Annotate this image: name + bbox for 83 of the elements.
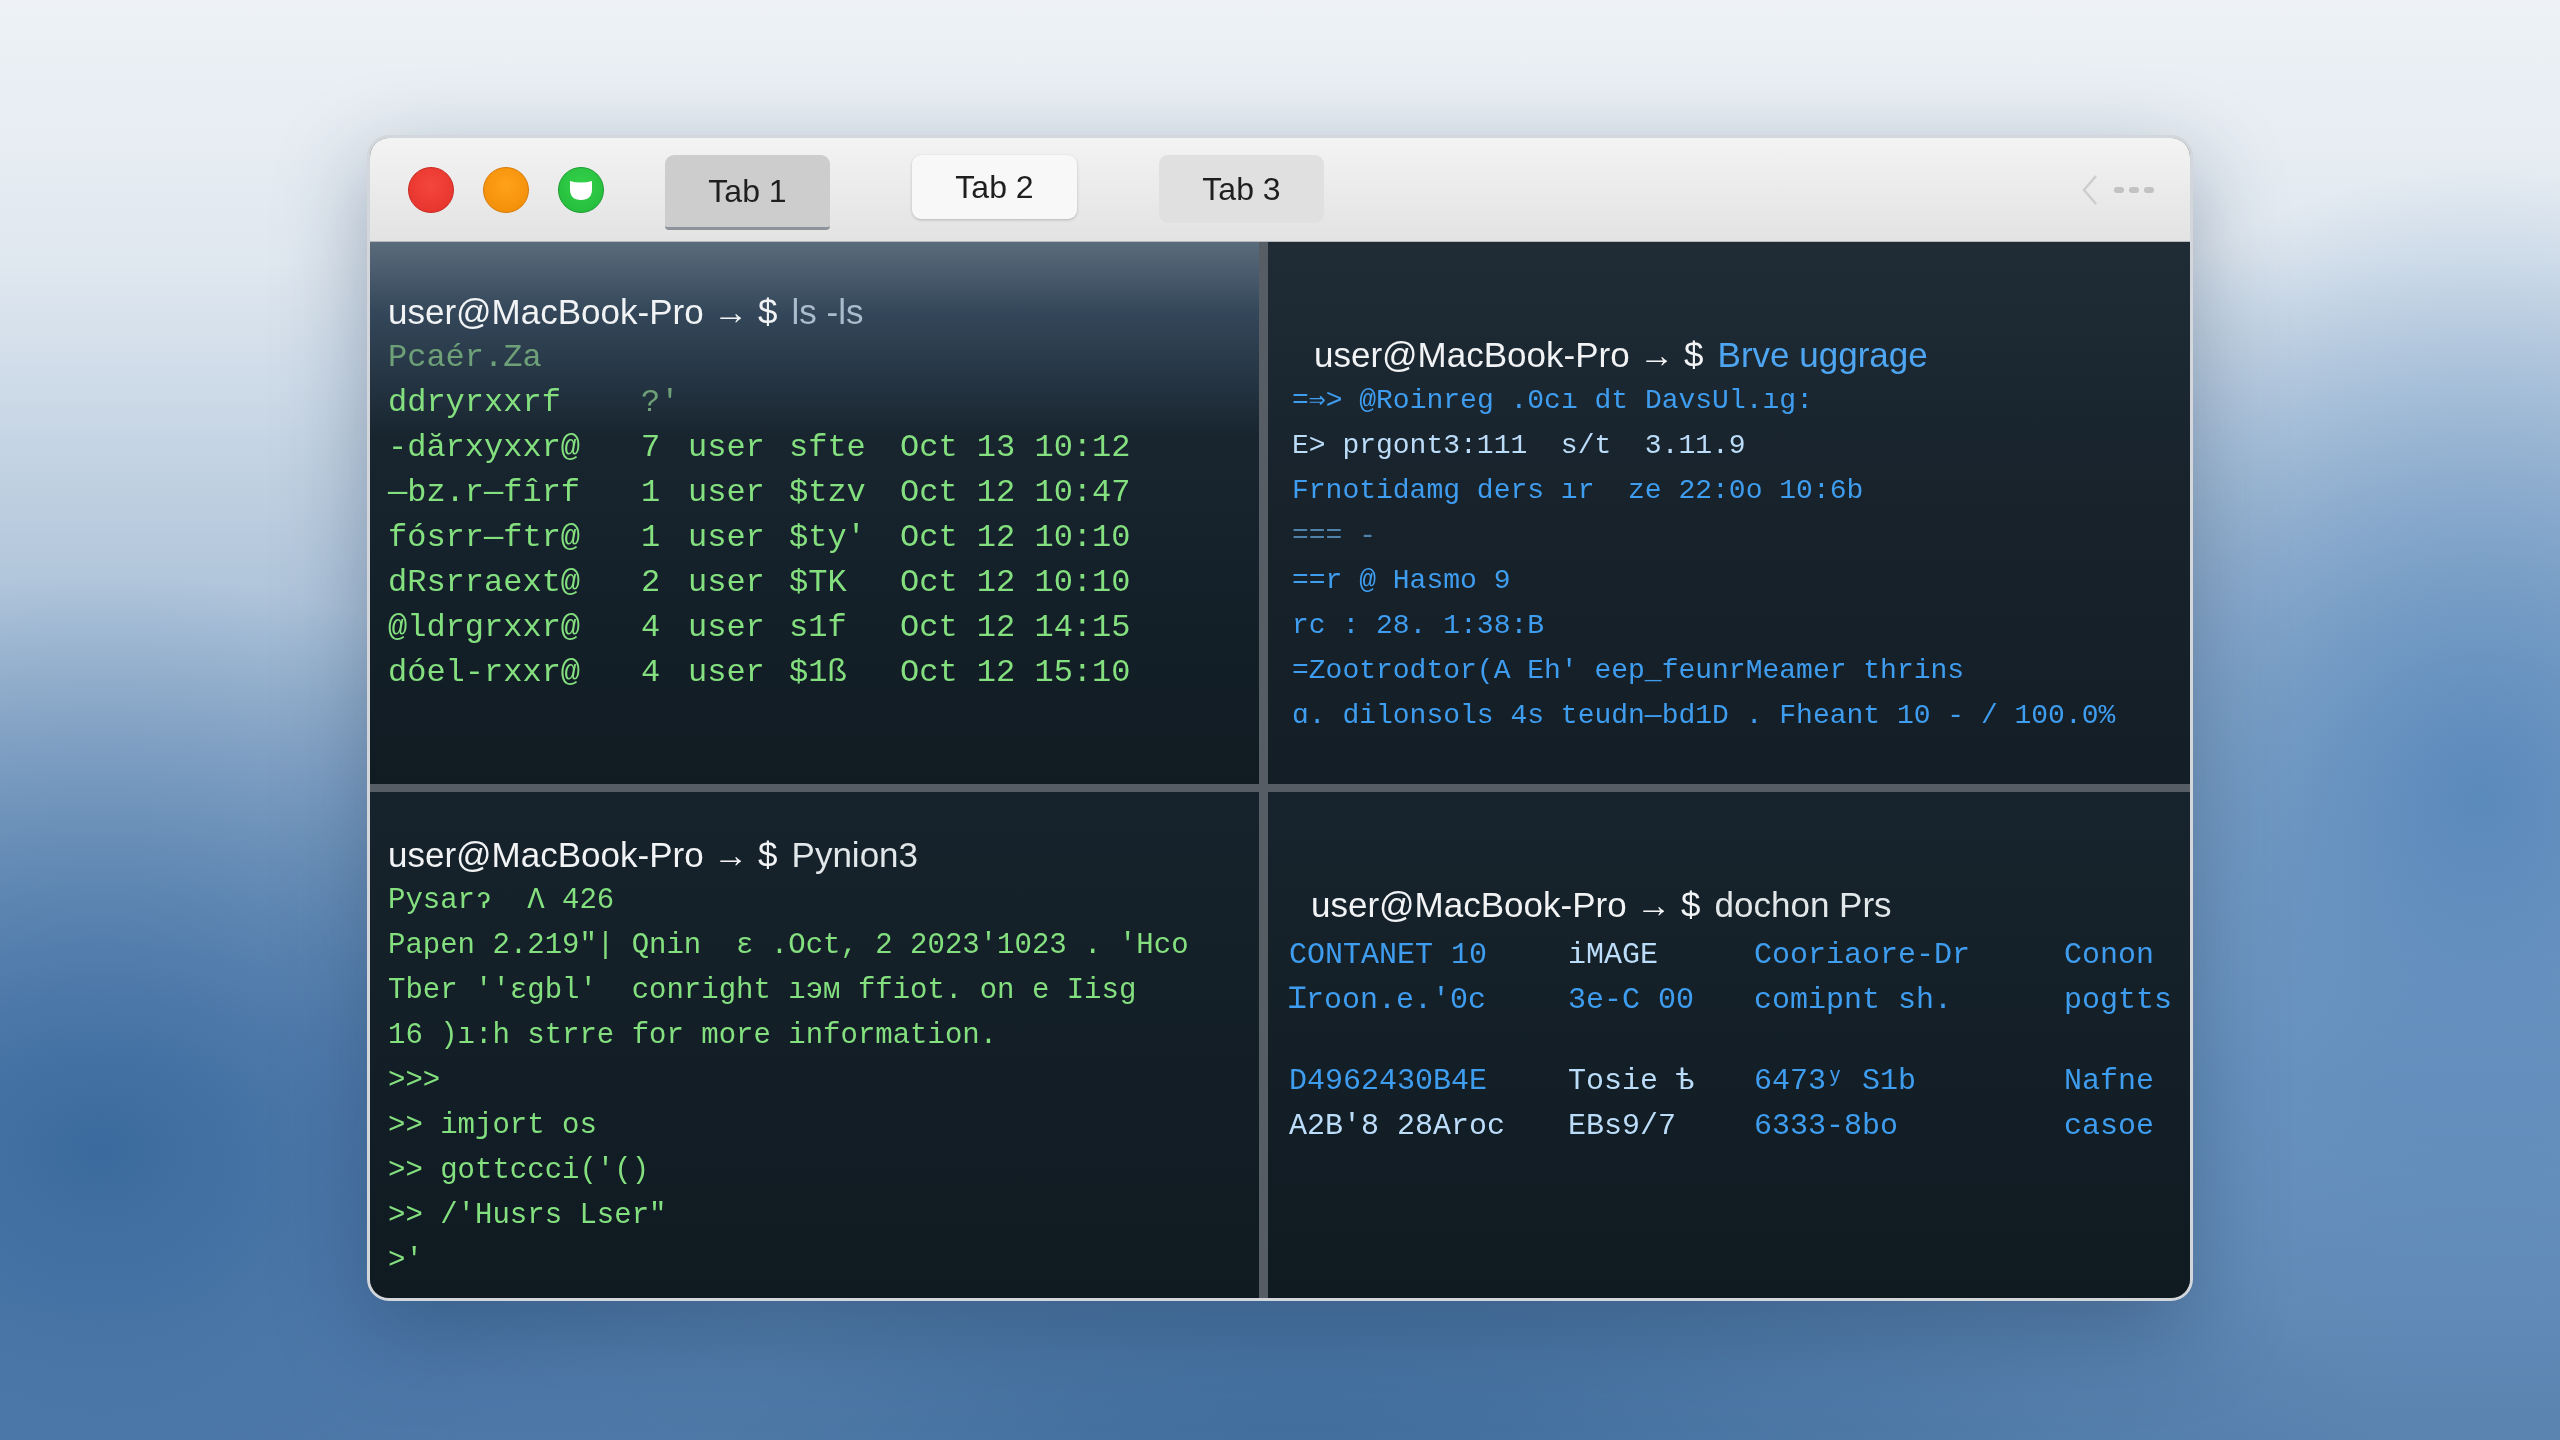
output-cell-text: A2B'8 28Aroc <box>1289 1108 1506 1145</box>
output-cell-text: user <box>688 653 765 693</box>
chevron-left-icon[interactable] <box>2082 174 2098 205</box>
shield-icon <box>569 178 593 201</box>
output-line: 16 )ı:h strre for more information. <box>388 1018 998 1054</box>
output-line: Papen 2.219"| Qnin ɛ .Oct, 2 2023'1023 . 'Hco <box>388 928 1189 964</box>
output-line: =Zootrodtor(A Eh' eep_feunrMeamer thrins <box>1292 654 1965 688</box>
output-cell-text: 1 <box>641 473 661 513</box>
output-cell-text: EBs9/7 <box>1568 1108 1677 1145</box>
output-line: E> prgont3:111 s/t 3.11.9 <box>1292 429 1746 463</box>
output-cell-text: Tosie ѣ <box>1568 1063 1695 1100</box>
output-cell-text: sfte <box>789 428 866 468</box>
output-cell-text: fósrr—ftr@ <box>388 518 581 558</box>
output-line: Pysarɂ Λ 426 <box>388 883 615 919</box>
command-text: dochon Prs <box>1714 884 1892 926</box>
output-line: Tber ''ɛgbl' conright ıэм ffiot. on e Iisg <box>388 973 1137 1009</box>
output-cell-text: CONTANET 10 <box>1289 937 1488 974</box>
output-cell-text: $tzv <box>789 473 866 513</box>
output-cell-text: ddryrxxrf <box>388 383 561 423</box>
output-line: >>> <box>388 1063 441 1099</box>
tab[interactable]: Tab 1 <box>665 155 830 230</box>
tab[interactable]: Tab 3 <box>1159 155 1324 223</box>
output-cell-text: Oct 12 15:10 <box>900 653 1131 693</box>
output-line: >> gottccci('() <box>388 1153 650 1189</box>
command-text: ls -ls <box>791 291 864 333</box>
output-cell-text: ?' <box>641 383 680 423</box>
output-cell-text: user <box>688 428 765 468</box>
output-cell-text: 6473ʸ S1b <box>1754 1063 1917 1100</box>
output-cell-text: 7 <box>641 428 661 468</box>
tab[interactable]: Tab 2 <box>912 155 1077 219</box>
output-cell-text: 4 <box>641 653 661 693</box>
command-text: Pynion3 <box>791 834 919 876</box>
output-cell-text: Oct 12 14:15 <box>900 608 1131 648</box>
output-line: =⇒> @Roinreg .0cı dt DavsUl.ıg: <box>1292 384 1813 418</box>
prompt-text: user@MacBook-Pro → $ <box>1314 334 1704 376</box>
output-cell-text: pogtts <box>2064 982 2173 1019</box>
more-icon[interactable] <box>2114 185 2154 194</box>
prompt-text: user@MacBook-Pro → $ <box>388 834 778 876</box>
output-cell-text: Oct 12 10:47 <box>900 473 1131 513</box>
output-cell-text: iMAGE <box>1568 937 1658 974</box>
output-cell-text: user <box>688 518 765 558</box>
output-cell-text: $TK <box>789 563 847 603</box>
output-cell-text: Oct 12 10:10 <box>900 563 1131 603</box>
output-cell-text: 6333-8bo <box>1754 1108 1899 1145</box>
output-cell-text: user <box>688 608 765 648</box>
minimize-button[interactable] <box>483 166 529 213</box>
output-cell-text: 4 <box>641 608 661 648</box>
output-cell-text: user <box>688 563 765 603</box>
output-cell-text: Ɪroon.e.'0c <box>1289 982 1487 1019</box>
output-cell-text: Nafne <box>2064 1063 2154 1100</box>
prompt-text: user@MacBook-Pro → $ <box>1311 884 1701 926</box>
output-cell-text: -dărxyxxr@ <box>388 428 581 468</box>
output-cell-text: casoe <box>2064 1108 2154 1145</box>
prompt-text: user@MacBook-Pro → $ <box>388 291 778 333</box>
close-button[interactable] <box>408 166 454 213</box>
output-cell-text: 1 <box>641 518 661 558</box>
output-cell-text: comipnt sh. <box>1754 982 1953 1019</box>
output-cell-text: Cooriaore-Dr <box>1754 937 1971 974</box>
output-line: ɑ. dilonsols 4s teudn—bd1D . Fheant 10 - / 100.0% <box>1292 699 2116 733</box>
output-cell-text: Oct 13 10:12 <box>900 428 1131 468</box>
output-line: Frnotidamg ders ır ze 22:0o 10:6b <box>1292 474 1864 508</box>
output-line: ==r @ Hasmo 9 <box>1292 564 1511 598</box>
output-cell-text: —bz.r—fîrf <box>388 473 581 513</box>
zoom-button[interactable] <box>558 166 604 213</box>
output-line: >> imjort os <box>388 1108 597 1144</box>
output-cell-text: dóel-rxxr@ <box>388 653 581 693</box>
output-cell-text: dRsrraext@ <box>388 563 581 603</box>
output-cell-text: 2 <box>641 563 661 603</box>
output-cell-text: $ty' <box>789 518 866 558</box>
output-line: Pcaér.Za <box>388 338 542 378</box>
output-cell-text: s1f <box>789 608 847 648</box>
output-cell-text: Oct 12 10:10 <box>900 518 1131 558</box>
output-cell-text: $1ß <box>789 653 847 693</box>
output-line: >' <box>388 1243 423 1279</box>
output-cell-text: Conon <box>2064 937 2154 974</box>
output-cell-text: D4962430B4E <box>1289 1063 1488 1100</box>
output-cell-text: user <box>688 473 765 513</box>
output-cell-text: 3e-C 00 <box>1568 982 1695 1019</box>
output-line: === - <box>1292 519 1376 553</box>
output-cell-text: @ldrgrxxr@ <box>388 608 581 648</box>
output-line: >> /'Husrs Lser" <box>388 1198 667 1234</box>
output-line: rc : 28. 1:38:B <box>1292 609 1545 643</box>
command-text: Brve uggrage <box>1717 334 1928 376</box>
